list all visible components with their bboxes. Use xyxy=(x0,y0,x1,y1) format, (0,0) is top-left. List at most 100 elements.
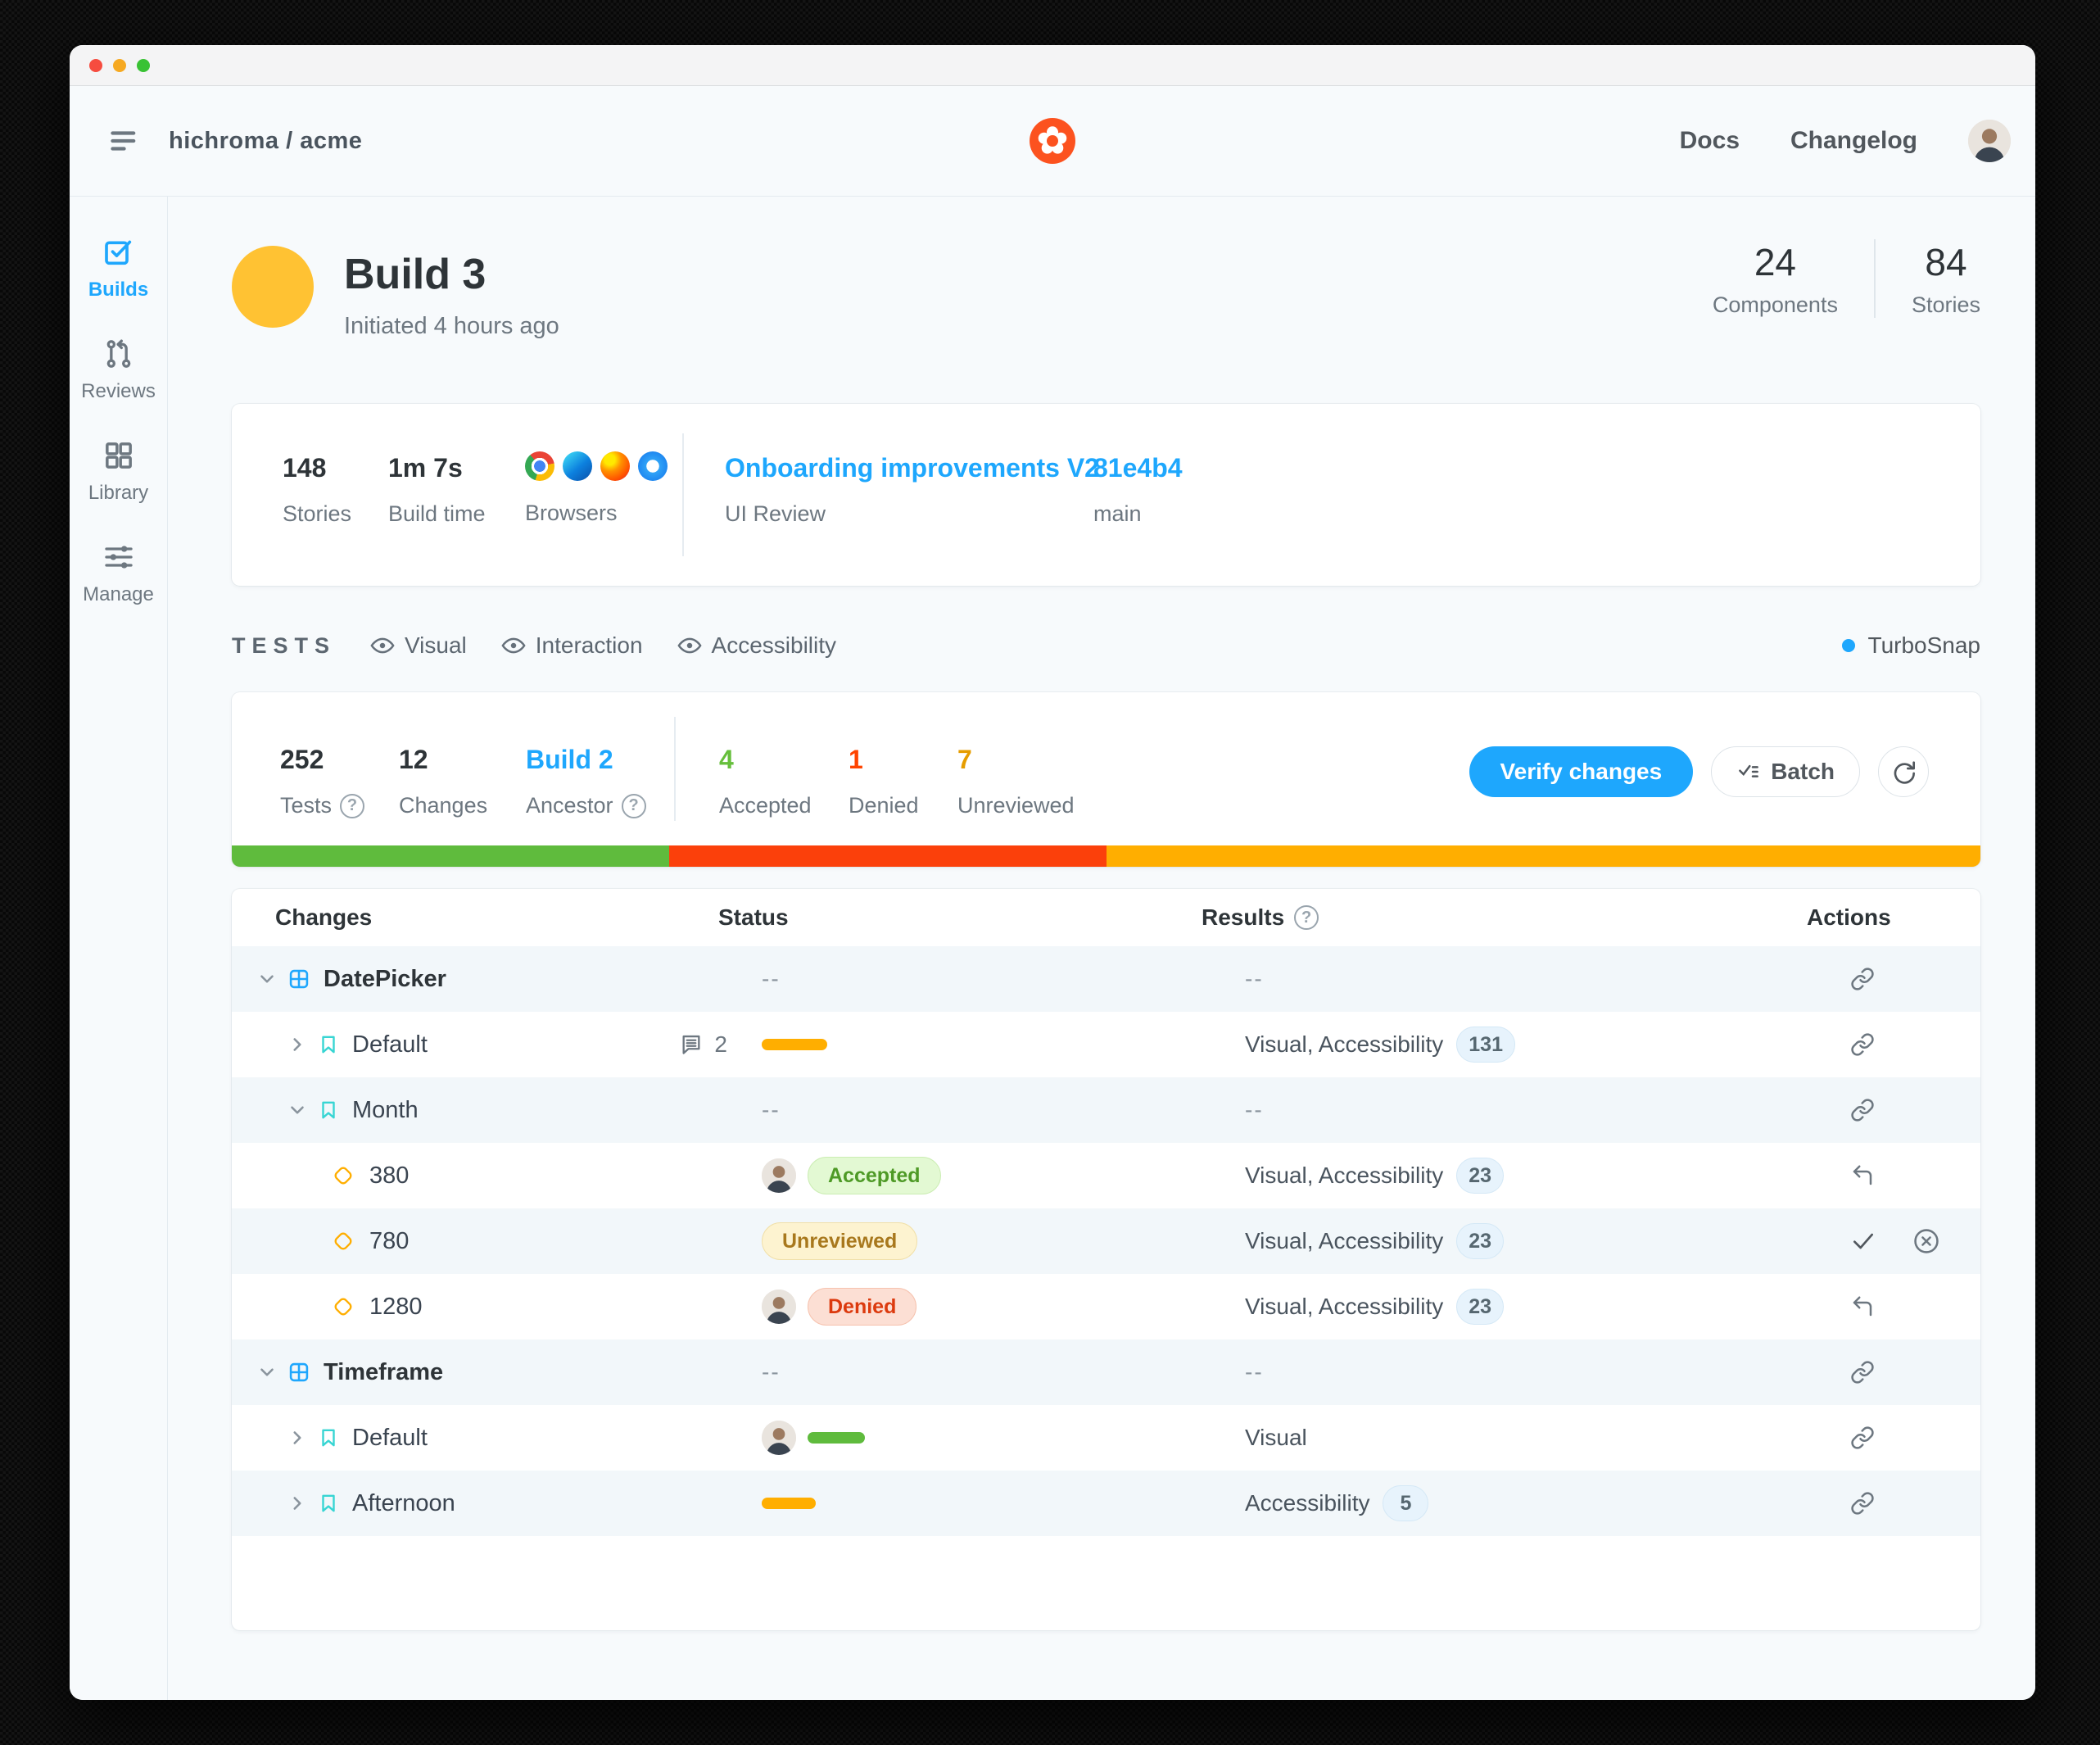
undo-icon[interactable] xyxy=(1850,1294,1875,1319)
results-count-badge[interactable]: 23 xyxy=(1456,1289,1504,1325)
menu-icon[interactable] xyxy=(106,125,143,157)
help-icon[interactable]: ? xyxy=(340,794,364,818)
close-window-button[interactable] xyxy=(89,59,102,72)
table-row[interactable]: 780 Unreviewed Visual, Accessibility 23 xyxy=(232,1208,1980,1274)
story-name[interactable]: Default xyxy=(352,1425,428,1452)
permalink-icon[interactable] xyxy=(1850,1360,1875,1385)
stat-label-text: Ancestor xyxy=(526,793,613,818)
chevron-right-icon[interactable] xyxy=(287,1034,308,1055)
table-row[interactable]: Timeframe -- -- xyxy=(232,1339,1980,1405)
table-row[interactable]: Default Visual xyxy=(232,1405,1980,1471)
permalink-icon[interactable] xyxy=(1850,1491,1875,1516)
table-row[interactable]: 380 Accepted Visual, Accessibility 23 xyxy=(232,1143,1980,1208)
app-header: hichroma / acme Docs Changelog xyxy=(70,86,2035,197)
results-count-badge[interactable]: 23 xyxy=(1456,1158,1504,1194)
sidebar-item-manage[interactable]: Manage xyxy=(70,541,167,606)
batch-button[interactable]: Batch xyxy=(1711,746,1860,797)
chevron-down-icon[interactable] xyxy=(256,968,278,990)
filter-label: Accessibility xyxy=(712,632,836,659)
filter-accessibility[interactable]: Accessibility xyxy=(677,632,836,659)
batch-check-icon xyxy=(1736,759,1761,784)
help-icon[interactable]: ? xyxy=(1294,905,1319,930)
divider xyxy=(674,717,676,821)
story-name[interactable]: Month xyxy=(352,1097,419,1124)
chevron-down-icon[interactable] xyxy=(256,1362,278,1383)
chromatic-logo-icon[interactable] xyxy=(1030,118,1075,164)
chevron-right-icon[interactable] xyxy=(287,1493,308,1514)
edge-browser-icon xyxy=(563,451,592,481)
status-bar-unreviewed xyxy=(762,1039,827,1050)
column-header-actions: Actions xyxy=(1807,904,1891,931)
commit-link[interactable]: 81e4b4 xyxy=(1093,453,1183,483)
deny-x-circle-icon[interactable] xyxy=(1912,1227,1940,1255)
tests-card-actions: Verify changes Batch xyxy=(1469,746,1929,797)
ancestor-link[interactable]: Build 2 xyxy=(526,745,646,775)
comment-count-value: 2 xyxy=(714,1031,727,1058)
eye-icon xyxy=(370,633,395,658)
results-count-badge[interactable]: 131 xyxy=(1456,1027,1515,1063)
refresh-icon[interactable] xyxy=(1878,746,1929,797)
permalink-icon[interactable] xyxy=(1850,1425,1875,1450)
chevron-right-icon[interactable] xyxy=(287,1427,308,1448)
story-name[interactable]: Afternoon xyxy=(352,1490,455,1517)
results-types: Visual xyxy=(1245,1425,1307,1451)
table-row[interactable]: DatePicker -- -- xyxy=(232,946,1980,1012)
chevron-down-icon[interactable] xyxy=(287,1099,308,1121)
status-bar-unreviewed xyxy=(762,1498,816,1509)
bookmark-icon xyxy=(318,1034,339,1055)
stat-label: Browsers xyxy=(525,501,668,526)
test-name[interactable]: 380 xyxy=(369,1163,409,1190)
sidebar-item-label: Builds xyxy=(88,279,148,301)
component-name[interactable]: DatePicker xyxy=(324,966,446,993)
tests-heading: TESTS xyxy=(232,633,336,659)
permalink-icon[interactable] xyxy=(1850,967,1875,991)
stat-browsers: Browsers xyxy=(525,450,668,526)
table-row[interactable]: 1280 Denied Visual, Accessibility 23 xyxy=(232,1274,1980,1339)
turbosnap-label: TurboSnap xyxy=(1868,632,1981,659)
stat-value: 4 xyxy=(719,745,812,775)
results-count-badge[interactable]: 5 xyxy=(1383,1485,1428,1521)
comment-count[interactable]: 2 xyxy=(680,1031,727,1058)
breadcrumb[interactable]: hichroma / acme xyxy=(169,128,362,155)
sidebar-item-library[interactable]: Library xyxy=(70,439,167,505)
test-name[interactable]: 780 xyxy=(369,1228,409,1255)
undo-icon[interactable] xyxy=(1850,1163,1875,1188)
table-row[interactable]: Month -- -- xyxy=(232,1077,1980,1143)
turbosnap-indicator[interactable]: TurboSnap xyxy=(1842,632,1981,659)
component-icon xyxy=(287,968,310,990)
nav-changelog[interactable]: Changelog xyxy=(1790,127,1917,155)
minimize-window-button[interactable] xyxy=(113,59,126,72)
zoom-window-button[interactable] xyxy=(137,59,150,72)
tests-section-header: TESTS Visual Interaction Accessibility xyxy=(232,629,1980,662)
verify-changes-button[interactable]: Verify changes xyxy=(1469,746,1694,797)
build-subtitle: Initiated 4 hours ago xyxy=(344,313,559,340)
accept-check-icon[interactable] xyxy=(1850,1228,1876,1254)
chrome-browser-icon xyxy=(525,451,554,481)
component-name[interactable]: Timeframe xyxy=(324,1359,443,1386)
nav-docs[interactable]: Docs xyxy=(1680,127,1740,155)
bookmark-icon xyxy=(318,1493,339,1514)
status-badge: Accepted xyxy=(808,1157,941,1194)
results-types: Visual, Accessibility xyxy=(1245,1163,1443,1189)
filter-interaction[interactable]: Interaction xyxy=(501,632,643,659)
stat-label: UI Review xyxy=(725,501,1099,527)
sidebar-item-builds[interactable]: Builds xyxy=(70,236,167,301)
empty-results: -- xyxy=(1245,1359,1264,1385)
sidebar-item-reviews[interactable]: Reviews xyxy=(70,338,167,403)
story-name[interactable]: Default xyxy=(352,1031,428,1058)
browser-icons xyxy=(525,450,668,483)
results-count-badge[interactable]: 23 xyxy=(1456,1223,1504,1259)
table-row[interactable]: Afternoon Accessibility 5 xyxy=(232,1471,1980,1536)
bookmark-icon xyxy=(318,1427,339,1448)
sidebar-item-label: Library xyxy=(88,482,148,505)
stat-denied: 1 Denied xyxy=(849,745,919,818)
filter-visual[interactable]: Visual xyxy=(370,632,467,659)
main-content: Build 3 Initiated 4 hours ago 24 Compone… xyxy=(168,197,2035,1700)
test-name[interactable]: 1280 xyxy=(369,1294,423,1321)
permalink-icon[interactable] xyxy=(1850,1098,1875,1122)
review-link[interactable]: Onboarding improvements V2 xyxy=(725,453,1099,483)
user-avatar[interactable] xyxy=(1968,120,2011,162)
help-icon[interactable]: ? xyxy=(622,794,646,818)
table-row[interactable]: Default 2 Visual, Accessibility 131 xyxy=(232,1012,1980,1077)
permalink-icon[interactable] xyxy=(1850,1032,1875,1057)
